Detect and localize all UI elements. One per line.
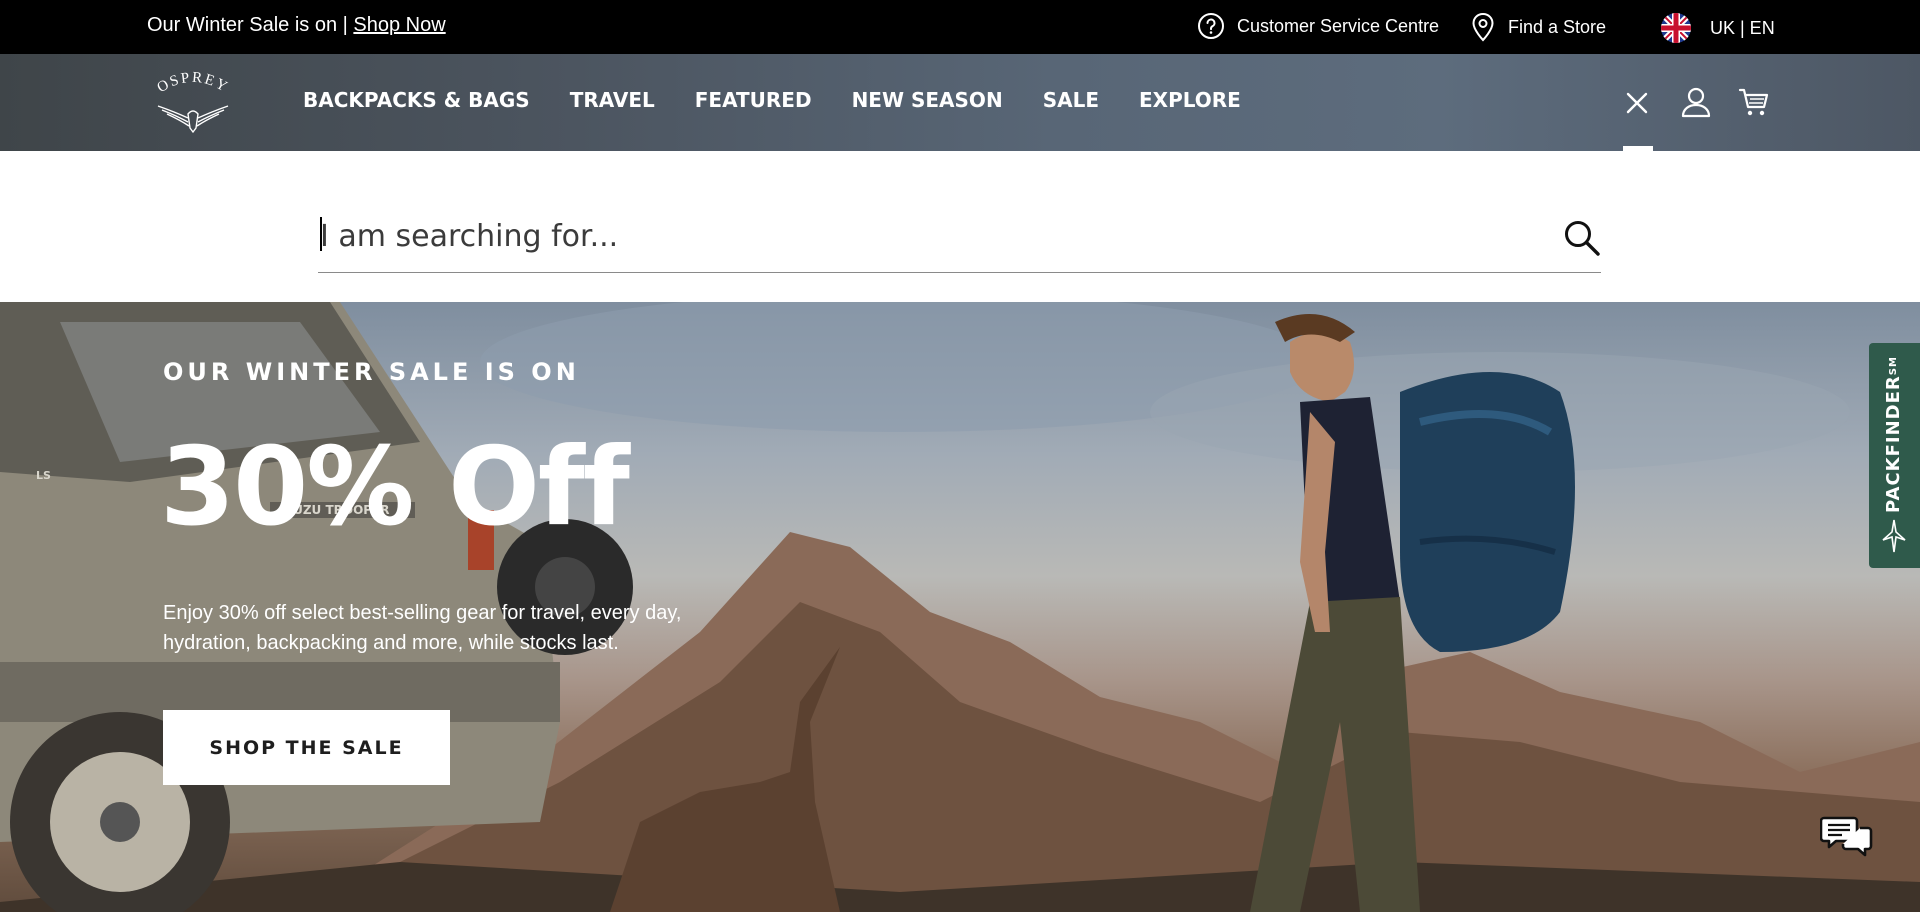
find-store-link[interactable]: Find a Store bbox=[1470, 12, 1606, 42]
map-pin-icon bbox=[1470, 12, 1496, 42]
hero-eyebrow: OUR WINTER SALE IS ON bbox=[163, 358, 580, 386]
close-icon[interactable] bbox=[1624, 90, 1650, 121]
shop-now-link[interactable]: Shop Now bbox=[353, 14, 445, 36]
search-panel bbox=[0, 151, 1920, 302]
text-caret bbox=[320, 217, 322, 251]
customer-service-label: Customer Service Centre bbox=[1237, 15, 1440, 36]
osprey-bird-icon bbox=[157, 105, 229, 134]
nav-travel[interactable]: TRAVEL bbox=[570, 88, 655, 112]
chat-icon[interactable] bbox=[1819, 812, 1874, 862]
packfinder-text: PACKFINDER bbox=[1883, 375, 1904, 513]
find-store-label: Find a Store bbox=[1508, 16, 1607, 37]
nav-sale[interactable]: SALE bbox=[1043, 88, 1099, 112]
packfinder-tab[interactable]: PACKFINDERSM bbox=[1869, 343, 1920, 568]
promo-message: Our Winter Sale is on | Shop Now bbox=[147, 14, 446, 37]
hero-headline: 30% Off bbox=[160, 425, 630, 550]
promo-text: Our Winter Sale is on | bbox=[147, 14, 348, 36]
account-icon[interactable] bbox=[1681, 86, 1711, 123]
hero-description: Enjoy 30% off select best-selling gear f… bbox=[163, 602, 682, 654]
osprey-logo[interactable]: OSPREY bbox=[150, 66, 236, 138]
vehicle-trim-badge: LS bbox=[36, 469, 51, 482]
nav-new-season[interactable]: NEW SEASON bbox=[852, 88, 1003, 112]
locale-label: UK | EN bbox=[1710, 17, 1775, 38]
help-circle-icon bbox=[1197, 12, 1225, 40]
cart-icon[interactable] bbox=[1738, 86, 1770, 123]
main-header: OSPREY BACKPACKS & BAGS TRAVEL FEATURED … bbox=[0, 54, 1920, 151]
nav-featured[interactable]: FEATURED bbox=[695, 88, 812, 112]
logo-wordmark: OSPREY bbox=[155, 70, 230, 96]
packfinder-label: PACKFINDERSM bbox=[1883, 356, 1904, 513]
primary-nav: BACKPACKS & BAGS TRAVEL FEATURED NEW SEA… bbox=[303, 88, 1241, 112]
promo-bar: Our Winter Sale is on | Shop Now Custome… bbox=[0, 0, 1920, 54]
nav-explore[interactable]: EXPLORE bbox=[1139, 88, 1241, 112]
nav-backpacks-bags[interactable]: BACKPACKS & BAGS bbox=[303, 88, 530, 112]
locale-selector[interactable]: UK | EN bbox=[1660, 12, 1775, 44]
search-icon[interactable] bbox=[1563, 219, 1601, 262]
osprey-bird-icon bbox=[1881, 518, 1907, 559]
uk-flag-icon bbox=[1660, 12, 1692, 44]
search-input[interactable] bbox=[318, 209, 1498, 263]
customer-service-link[interactable]: Customer Service Centre bbox=[1197, 12, 1439, 40]
hero-banner: ISUZU TROOPER LS OUR WINTER SALE IS ON 3… bbox=[0, 302, 1920, 912]
shop-the-sale-button[interactable]: SHOP THE SALE bbox=[163, 710, 450, 785]
packfinder-servicemark: SM bbox=[1888, 356, 1899, 376]
svg-text:OSPREY: OSPREY bbox=[155, 70, 232, 96]
search-bar bbox=[318, 209, 1601, 273]
